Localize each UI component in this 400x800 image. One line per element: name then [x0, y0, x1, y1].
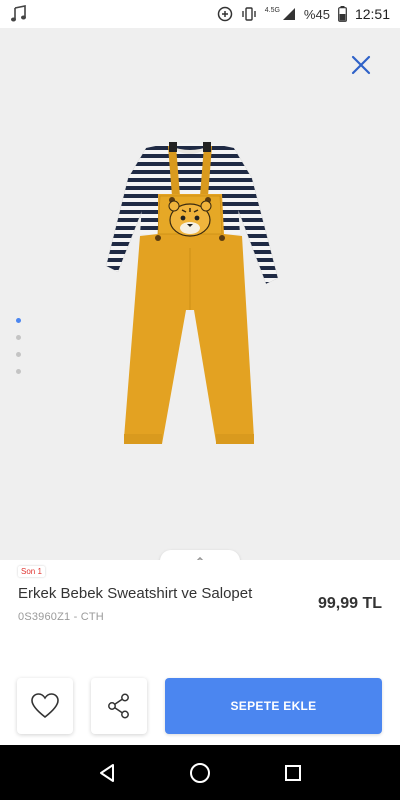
- stock-badge: Son 1: [18, 566, 45, 577]
- signal-icon: [282, 8, 295, 20]
- product-sku: 0S3960Z1 - CTH: [18, 611, 104, 623]
- gallery-dot[interactable]: [16, 369, 21, 374]
- gallery-dot[interactable]: [16, 335, 21, 340]
- back-button[interactable]: [87, 753, 127, 793]
- data-saver-icon: [217, 6, 232, 22]
- product-image[interactable]: [98, 138, 282, 466]
- gallery-dot-active[interactable]: [16, 318, 21, 323]
- system-navigation-bar: [0, 745, 400, 800]
- add-to-cart-button[interactable]: SEPETE EKLE: [165, 678, 382, 734]
- action-bar: SEPETE EKLE: [0, 665, 400, 745]
- status-bar: 4.5G %45 12:51: [0, 0, 400, 28]
- network-type-label: 4.5G: [264, 6, 280, 14]
- product-info: Son 1 Erkek Bebek Sweatshirt ve Salopet …: [0, 560, 400, 665]
- clock: 12:51: [354, 6, 390, 22]
- favorite-button[interactable]: [17, 678, 73, 734]
- share-icon: [108, 693, 129, 719]
- home-circle-icon: [189, 762, 210, 783]
- gallery-pagination: [16, 318, 21, 374]
- close-button[interactable]: [348, 52, 374, 78]
- share-button[interactable]: [91, 678, 147, 734]
- vibrate-icon: [242, 7, 256, 21]
- back-triangle-icon: [99, 763, 114, 782]
- recents-button[interactable]: [273, 753, 313, 793]
- battery-icon: [338, 6, 347, 22]
- product-title: Erkek Bebek Sweatshirt ve Salopet: [18, 585, 253, 602]
- home-button[interactable]: [180, 753, 220, 793]
- gallery-dot[interactable]: [16, 352, 21, 357]
- close-icon: [351, 55, 371, 75]
- music-note-icon: [11, 5, 26, 22]
- recents-square-icon: [285, 764, 302, 781]
- product-price: 99,99 TL: [317, 595, 382, 612]
- heart-icon: [31, 693, 59, 719]
- battery-percent: %45: [303, 6, 330, 22]
- product-gallery[interactable]: [0, 28, 400, 560]
